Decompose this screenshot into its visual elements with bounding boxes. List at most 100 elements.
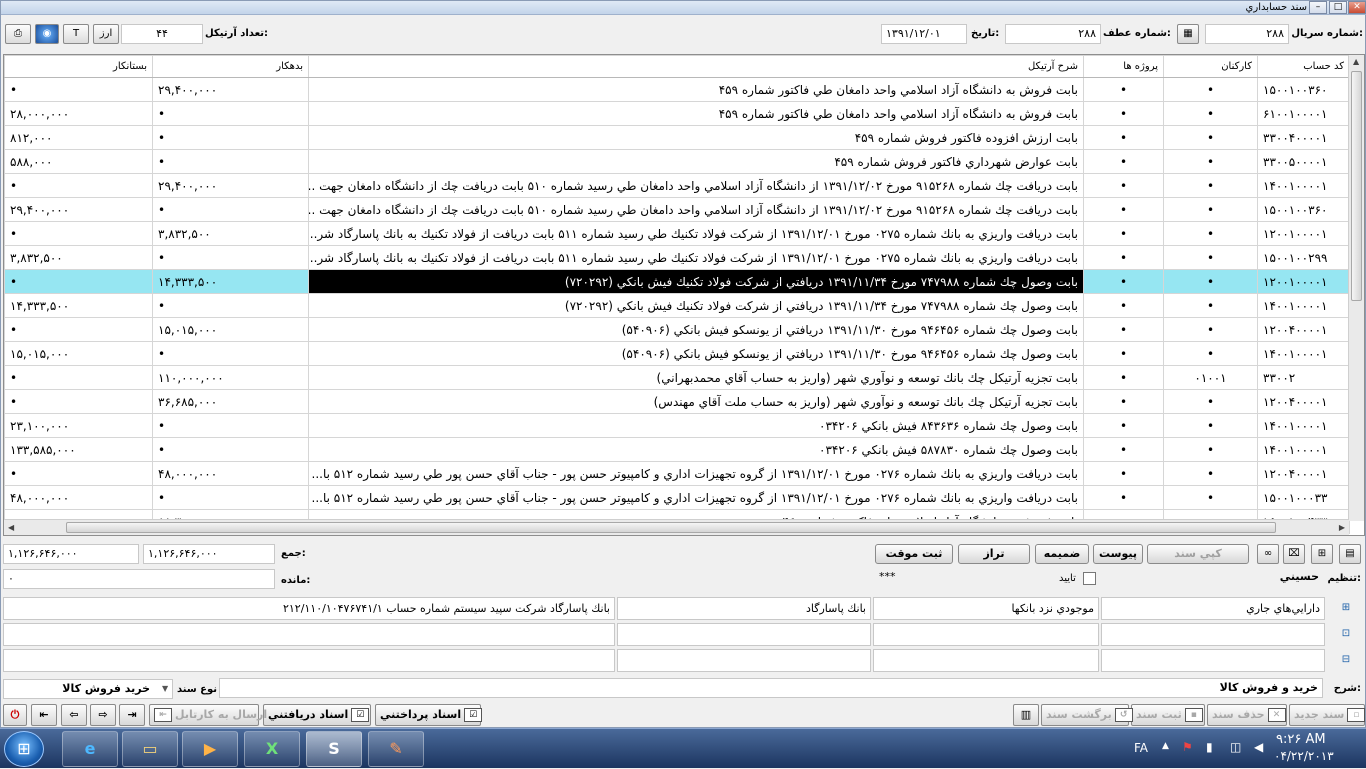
project-cell[interactable]: • <box>1083 317 1164 342</box>
credit-cell[interactable]: • <box>4 269 153 294</box>
tree-button-1[interactable]: ⊞ <box>1335 599 1357 619</box>
credit-cell[interactable]: ۵۸۸,۰۰۰ <box>4 149 153 174</box>
taskbar-ie[interactable]: e <box>62 731 118 767</box>
account-code-cell[interactable]: ۱۲۰۰۴۰۰۰۰۱ <box>1257 461 1350 486</box>
debit-cell[interactable]: • <box>152 437 309 462</box>
table-row[interactable]: ۱۲۰۰۴۰۰۰۰۱ • • بابت وصول چك شماره ۹۴۶۴۵۶ مو… <box>4 317 1350 342</box>
project-cell[interactable]: • <box>1083 125 1164 150</box>
debit-cell[interactable]: • <box>152 245 309 270</box>
credit-cell[interactable]: ۱۵,۰۱۵,۰۰۰ <box>4 341 153 366</box>
description-cell[interactable]: بابت ارزش افزوده فاكتور فروش شماره ۴۵۹ <box>308 125 1084 150</box>
clock-date[interactable]: ۰۴/۲۲/۲۰۱۳ <box>1274 749 1334 763</box>
serial-field[interactable]: ۲۸۸ <box>1205 24 1289 44</box>
temp-save-button[interactable]: ثبت موقت <box>875 544 953 564</box>
staff-cell[interactable]: • <box>1163 269 1258 294</box>
approve-checkbox[interactable] <box>1083 572 1096 585</box>
doctype-select[interactable]: ▼ خريد فروش كالا <box>3 679 173 699</box>
account-code-cell[interactable]: ۱۵۰۰۱۰۰۳۶۰ <box>1257 77 1350 102</box>
col-account-code[interactable]: كد حساب <box>1257 55 1350 78</box>
document-button[interactable]: ▤ <box>1339 544 1361 564</box>
staff-cell[interactable]: • <box>1163 221 1258 246</box>
project-cell[interactable]: • <box>1083 173 1164 198</box>
toolbox-button[interactable]: ▥ <box>1013 704 1039 726</box>
tray-expand-icon[interactable]: ▲ <box>1162 741 1169 751</box>
account-code-cell[interactable]: ۳۳۰۰۵۰۰۰۰۱ <box>1257 149 1350 174</box>
account-code-cell[interactable]: ۳۳۰۰۲ <box>1257 365 1350 390</box>
credit-cell[interactable]: ۲۳,۱۰۰,۰۰۰ <box>4 413 153 438</box>
debit-cell[interactable]: ۱۵,۰۱۵,۰۰۰ <box>152 317 309 342</box>
taskbar-explorer[interactable]: ▭ <box>122 731 178 767</box>
taskbar-media[interactable]: ▶ <box>182 731 238 767</box>
next-record-button[interactable]: ⇨ <box>90 704 116 726</box>
staff-cell[interactable]: • <box>1163 293 1258 318</box>
staff-cell[interactable]: • <box>1163 173 1258 198</box>
account-code-cell[interactable]: ۱۴۰۰۱۰۰۰۰۱ <box>1257 173 1350 198</box>
credit-cell[interactable]: • <box>4 173 153 198</box>
account-code-cell[interactable]: ۱۴۰۰۱۰۰۰۰۱ <box>1257 341 1350 366</box>
scroll-right-icon[interactable]: ▶ <box>1339 523 1345 532</box>
project-cell[interactable]: • <box>1083 341 1164 366</box>
debit-cell[interactable]: • <box>152 101 309 126</box>
network-tray-icon[interactable]: ◫ <box>1230 740 1241 754</box>
credit-cell[interactable]: ۱۴,۳۳۳,۵۰۰ <box>4 293 153 318</box>
account-code-cell[interactable]: ۱۴۰۰۱۰۰۰۰۱ <box>1257 293 1350 318</box>
receipt-docs-button[interactable]: اسناد دريافتني ☑ <box>263 704 371 726</box>
clock-time[interactable]: ۹:۲۶ AM <box>1276 732 1326 747</box>
account-code-cell[interactable]: ۱۲۰۰۴۰۰۰۰۱ <box>1257 389 1350 414</box>
description-cell[interactable]: بابت دريافت واريزي به بانك شماره ۰۲۷۶ مو… <box>308 485 1084 510</box>
zoom-button[interactable]: ⊞ <box>1311 544 1333 564</box>
horizontal-scroll-thumb[interactable] <box>66 522 1276 533</box>
credit-cell[interactable]: • <box>4 461 153 486</box>
account-code-cell[interactable]: ۱۴۰۰۱۰۰۰۰۱ <box>1257 413 1350 438</box>
balance-button[interactable]: تراز <box>958 544 1030 564</box>
prev-record-button[interactable]: ⇦ <box>61 704 87 726</box>
chevron-down-icon[interactable]: ▼ <box>162 680 168 698</box>
staff-cell[interactable]: • <box>1163 125 1258 150</box>
table-row[interactable]: ۳۳۰۰۴۰۰۰۰۱ • • بابت ارزش افزوده فاكتور فروش… <box>4 125 1350 150</box>
table-row[interactable]: ۱۵۰۰۱۰۰۰۳۳ • • بابت دريافت واريزي به بانك ش… <box>4 485 1350 510</box>
credit-cell[interactable]: ۲۹,۴۰۰,۰۰۰ <box>4 197 153 222</box>
first-record-button[interactable]: ⇤ <box>31 704 57 726</box>
debit-cell[interactable]: • <box>152 341 309 366</box>
scroll-left-icon[interactable]: ◀ <box>8 523 14 532</box>
ref-number-field[interactable]: ۲۸۸ <box>1005 24 1101 44</box>
table-row[interactable]: ۱۵۰۰۱۰۰۲۹۹ • • بابت دريافت واريزي به بانك ش… <box>4 245 1350 270</box>
account-code-cell[interactable]: ۳۳۰۰۴۰۰۰۰۱ <box>1257 125 1350 150</box>
credit-cell[interactable]: • <box>4 221 153 246</box>
debit-cell[interactable]: ۳,۸۳۲,۵۰۰ <box>152 221 309 246</box>
table-row[interactable]: ۱۴۰۰۱۰۰۰۰۱ • • بابت وصول چك شماره ۷۴۷۹۸۸ مو… <box>4 293 1350 318</box>
credit-cell[interactable]: ۲۸,۰۰۰,۰۰۰ <box>4 101 153 126</box>
taskbar-paint[interactable]: ✎ <box>368 731 424 767</box>
volume-icon[interactable]: ◀ <box>1254 740 1263 754</box>
table-row[interactable]: ۱۲۰۰۴۰۰۰۰۱ • • بابت تجزيه آرتيكل چك بانك تو… <box>4 389 1350 414</box>
account-code-cell[interactable]: ۶۱۰۰۱۰۰۰۰۱ <box>1257 101 1350 126</box>
description-cell[interactable]: بابت دريافت واريزي به بانك شماره ۰۲۷۵ مو… <box>308 245 1084 270</box>
flag-icon[interactable]: ⚑ <box>1182 740 1193 754</box>
binoculars-button[interactable]: ∞ <box>1257 544 1279 564</box>
project-cell[interactable]: • <box>1083 101 1164 126</box>
tree-button-2[interactable]: ⊡ <box>1335 625 1357 645</box>
col-debit[interactable]: بدهكار <box>152 55 309 78</box>
table-row[interactable]: ۱۴۰۰۱۰۰۰۰۱ • • بابت وصول چك شماره ۹۴۶۴۵۶ مو… <box>4 341 1350 366</box>
table-row[interactable]: ۳۳۰۰۲ ۰۱۰۰۱ • بابت تجزيه آرتيكل چك بانك توس… <box>4 365 1350 390</box>
description-cell[interactable]: بابت عوارض شهرداري فاكتور فروش شماره ۴۵۹ <box>308 149 1084 174</box>
vertical-scrollbar[interactable]: ▲ <box>1348 55 1364 521</box>
table-row[interactable]: ۱۲۰۰۱۰۰۰۰۱ • • بابت وصول چك شماره ۷۴۷۹۸۸ مو… <box>4 269 1350 294</box>
project-cell[interactable]: • <box>1083 485 1164 510</box>
description-field[interactable]: خريد و فروش كالا <box>219 678 1323 698</box>
minimize-button[interactable]: – <box>1309 1 1327 14</box>
last-record-button[interactable]: ⇥ <box>119 704 145 726</box>
language-indicator[interactable]: FA <box>1134 741 1148 755</box>
description-cell[interactable]: بابت تجزيه آرتيكل چك بانك توسعه و نوآوري… <box>308 389 1084 414</box>
col-staff[interactable]: كاركنان <box>1163 55 1258 78</box>
description-cell[interactable]: بابت وصول چك شماره ۹۴۶۴۵۶ مورخ ۱۳۹۱/۱۱/۳… <box>308 317 1084 342</box>
table-row[interactable]: ۶۱۰۰۱۰۰۰۰۱ • • بابت فروش به دانشگاه آزاد اس… <box>4 101 1350 126</box>
table-row[interactable]: ۱۵۰۰۱۰۰۳۶۰ • • بابت فروش به دانشگاه آزاد اس… <box>4 77 1350 102</box>
account-code-cell[interactable]: ۱۵۰۰۱۰۰۳۶۰ <box>1257 197 1350 222</box>
date-field[interactable]: ۱۳۹۱/۱۲/۰۱ <box>881 24 967 44</box>
staff-cell[interactable]: ۰۱۰۰۱ <box>1163 365 1258 390</box>
project-cell[interactable]: • <box>1083 389 1164 414</box>
col-projects[interactable]: پروژه ها <box>1083 55 1164 78</box>
project-cell[interactable]: • <box>1083 269 1164 294</box>
debit-cell[interactable]: • <box>152 197 309 222</box>
